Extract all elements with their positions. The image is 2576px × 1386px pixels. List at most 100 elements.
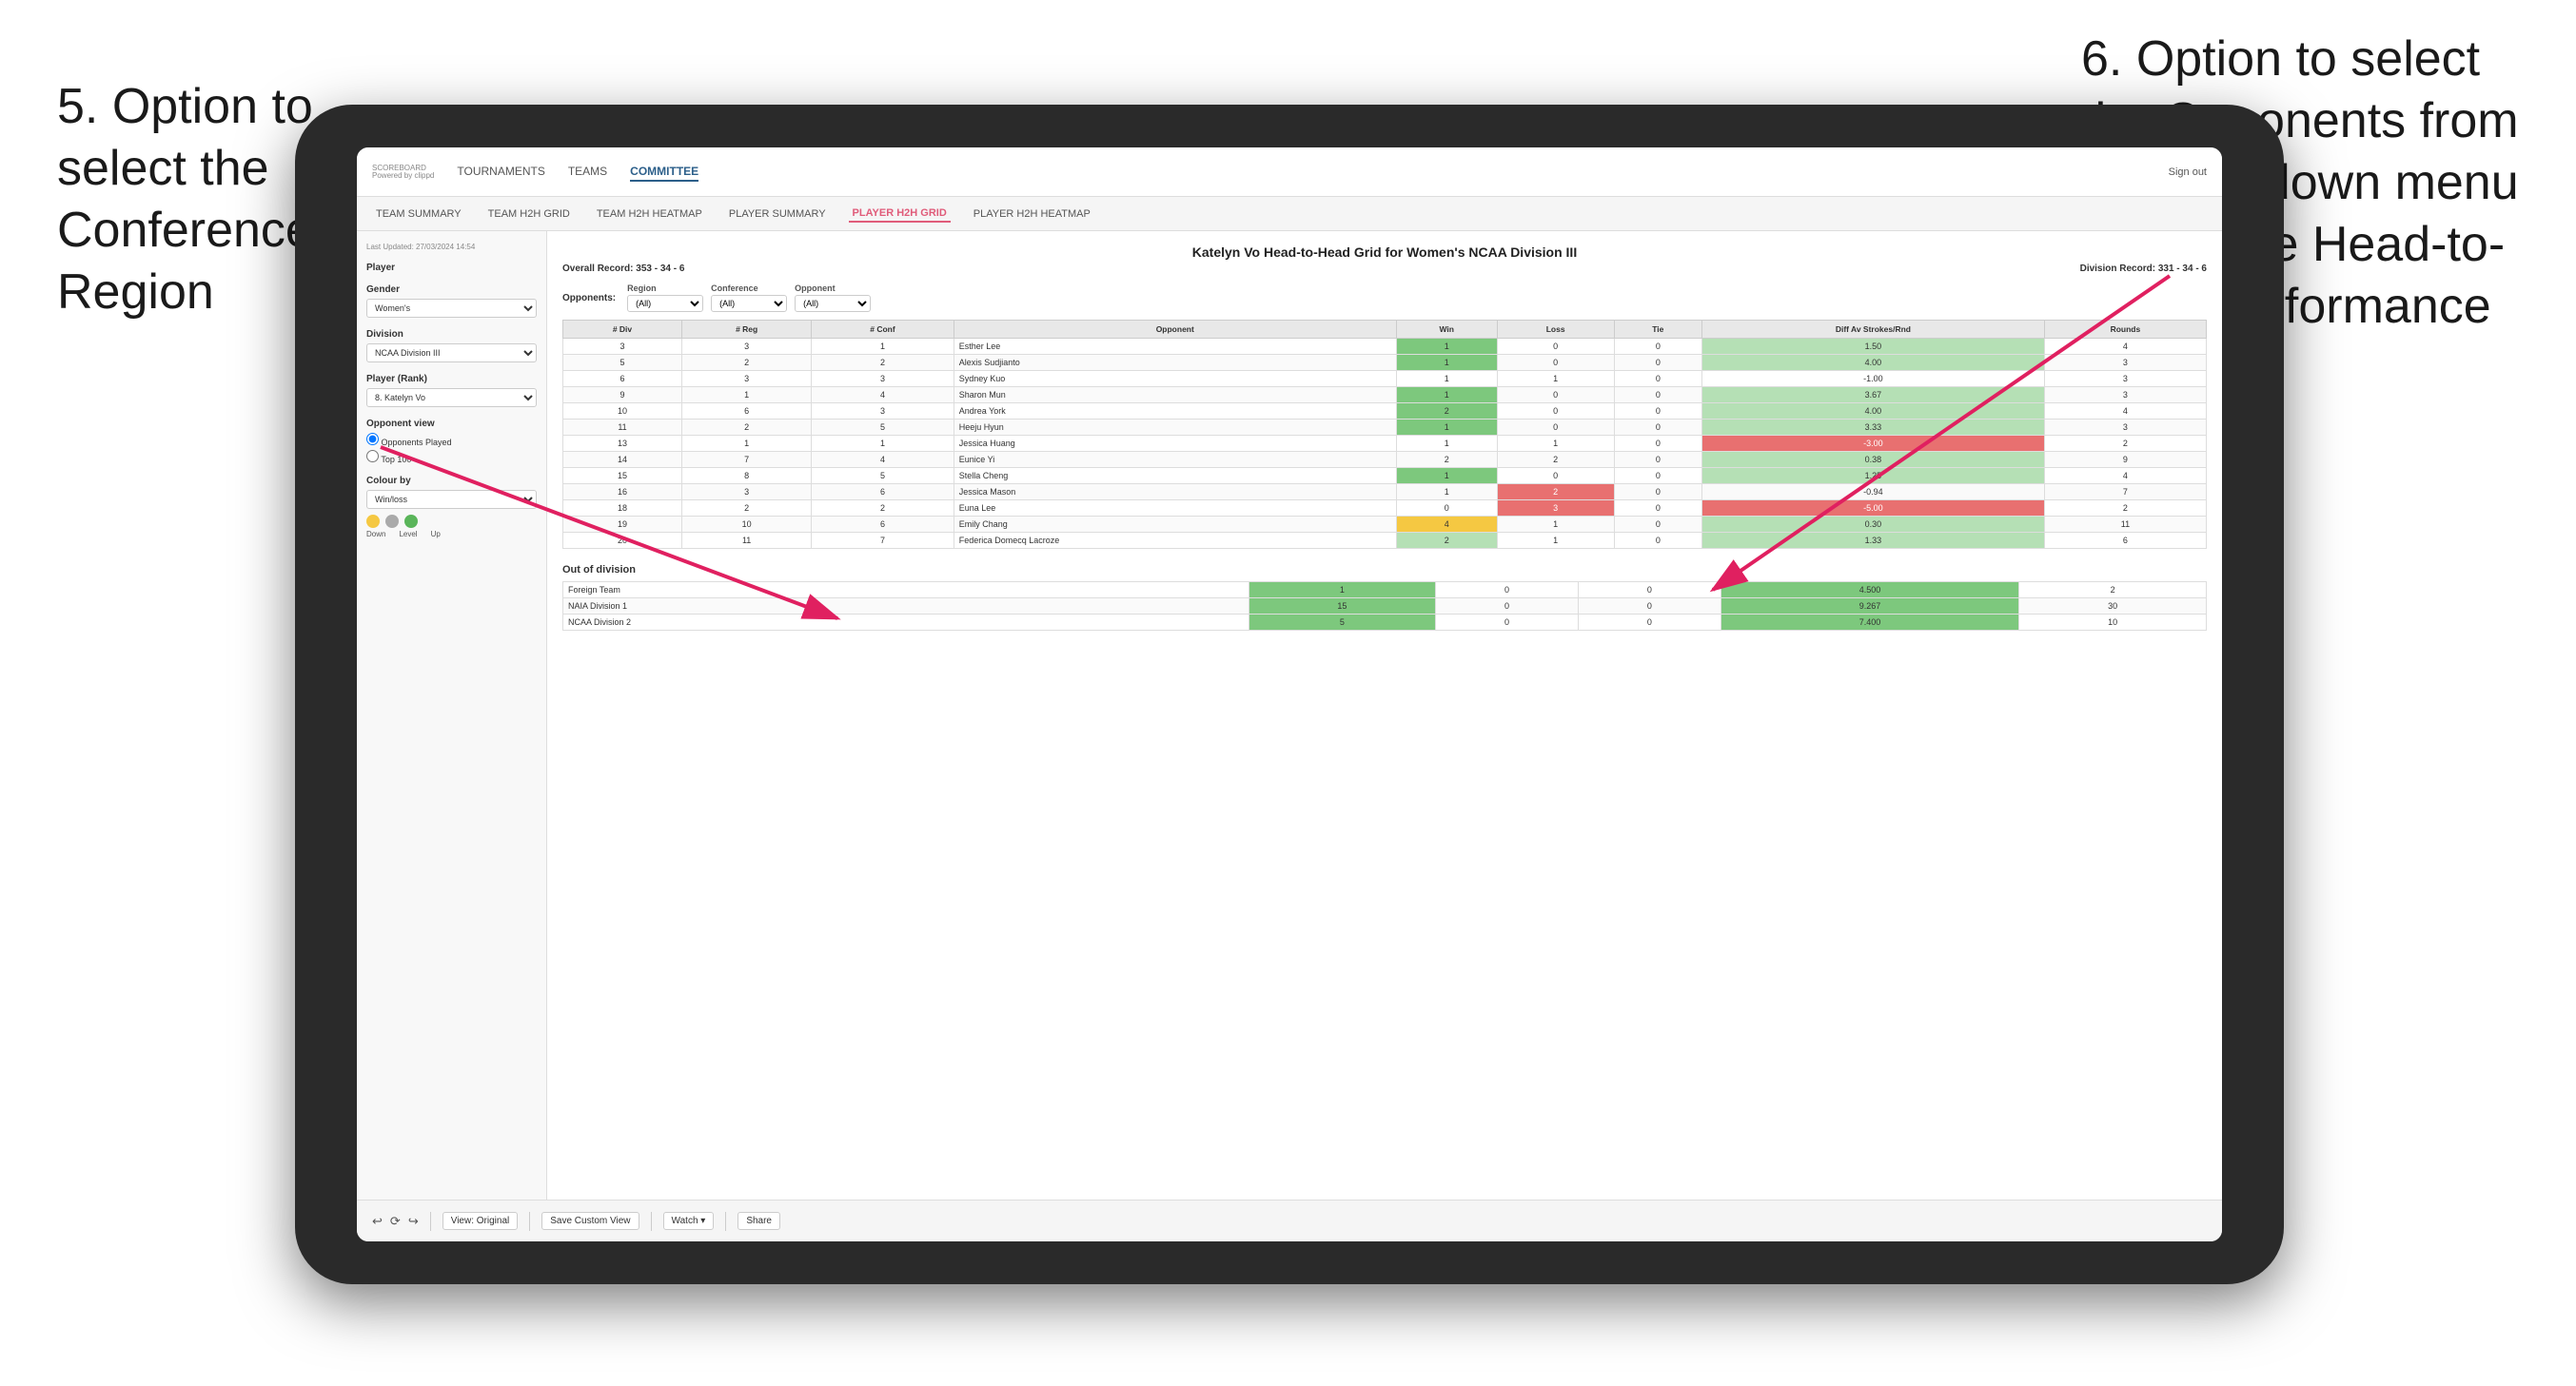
radio-opponents-played-input[interactable] bbox=[366, 433, 379, 445]
sidebar-division-section: Division NCAA Division III bbox=[366, 329, 537, 362]
content-panel: Katelyn Vo Head-to-Head Grid for Women's… bbox=[547, 231, 2222, 1200]
table-row: 331Esther Lee1001.504 bbox=[563, 339, 2207, 355]
colour-by-select[interactable]: Win/loss bbox=[366, 490, 537, 509]
nav-committee[interactable]: COMMITTEE bbox=[630, 163, 698, 182]
app-nav: SCOREBOARD Powered by clippd TOURNAMENTS… bbox=[357, 147, 2222, 197]
sidebar-player-rank-section: Player (Rank) 8. Katelyn Vo bbox=[366, 374, 537, 407]
th-win: Win bbox=[1396, 321, 1497, 339]
radio-top100-input[interactable] bbox=[366, 450, 379, 462]
toolbar-undo[interactable]: ↩ bbox=[372, 1214, 383, 1229]
colour-by-label: Colour by bbox=[366, 476, 537, 486]
radio-opponents-played[interactable]: Opponents Played bbox=[366, 433, 537, 447]
table-row: 633Sydney Kuo110-1.003 bbox=[563, 371, 2207, 387]
sub-nav-team-summary[interactable]: TEAM SUMMARY bbox=[372, 206, 465, 222]
sub-nav-team-h2h-grid[interactable]: TEAM H2H GRID bbox=[484, 206, 574, 222]
nav-tournaments[interactable]: TOURNAMENTS bbox=[457, 163, 544, 182]
bottom-toolbar: ↩ ⟳ ↪ View: Original Save Custom View Wa… bbox=[357, 1200, 2222, 1241]
toolbar-watch[interactable]: Watch ▾ bbox=[663, 1212, 715, 1230]
filter-region-group: Region (All) bbox=[627, 283, 703, 312]
out-of-division-title: Out of division bbox=[562, 564, 2207, 576]
toolbar-redo[interactable]: ↪ bbox=[408, 1214, 419, 1229]
toolbar-sep1 bbox=[430, 1212, 431, 1231]
filter-region-title: Region bbox=[627, 283, 703, 293]
ood-table-row: NCAA Division 25007.40010 bbox=[563, 615, 2207, 631]
table-row: 914Sharon Mun1003.673 bbox=[563, 387, 2207, 403]
colour-label-level: Level bbox=[399, 530, 417, 538]
sidebar-opponent-view-section: Opponent view Opponents Played Top 100 bbox=[366, 419, 537, 464]
filter-opponent-title: Opponent bbox=[795, 283, 871, 293]
th-diff: Diff Av Strokes/Rnd bbox=[1701, 321, 2044, 339]
toolbar-sep2 bbox=[529, 1212, 530, 1231]
th-rounds: Rounds bbox=[2044, 321, 2206, 339]
th-conf: # Conf bbox=[812, 321, 954, 339]
table-row: 1822Euna Lee030-5.002 bbox=[563, 500, 2207, 517]
main-content: Last Updated: 27/03/2024 14:54 Player Ge… bbox=[357, 231, 2222, 1200]
th-opponent: Opponent bbox=[954, 321, 1396, 339]
records-row: Overall Record: 353 - 34 - 6 Division Re… bbox=[562, 264, 2207, 274]
division-label: Division bbox=[366, 329, 537, 340]
player-label: Player bbox=[366, 263, 537, 273]
sign-out-button[interactable]: Sign out bbox=[2169, 166, 2207, 178]
table-row: 20117Federica Domecq Lacroze2101.336 bbox=[563, 533, 2207, 549]
panel-title: Katelyn Vo Head-to-Head Grid for Women's… bbox=[562, 244, 2207, 260]
table-row: 1311Jessica Huang110-3.002 bbox=[563, 436, 2207, 452]
th-div: # Div bbox=[563, 321, 682, 339]
table-row: 522Alexis Sudjianto1004.003 bbox=[563, 355, 2207, 371]
tablet-screen: SCOREBOARD Powered by clippd TOURNAMENTS… bbox=[357, 147, 2222, 1241]
opponent-view-label: Opponent view bbox=[366, 419, 537, 429]
toolbar-save-custom-view[interactable]: Save Custom View bbox=[541, 1212, 639, 1230]
gender-label: Gender bbox=[366, 284, 537, 295]
sub-nav-player-summary[interactable]: PLAYER SUMMARY bbox=[725, 206, 830, 222]
th-reg: # Reg bbox=[682, 321, 812, 339]
filter-conference-group: Conference (All) bbox=[711, 283, 787, 312]
sidebar-colour-section: Colour by Win/loss Down Level Up bbox=[366, 476, 537, 538]
sidebar-gender-section: Gender Women's bbox=[366, 284, 537, 318]
dot-green bbox=[404, 515, 418, 528]
sidebar-player-section: Player bbox=[366, 263, 537, 273]
sub-nav-team-h2h-heatmap[interactable]: TEAM H2H HEATMAP bbox=[593, 206, 706, 222]
tablet-frame: SCOREBOARD Powered by clippd TOURNAMENTS… bbox=[295, 105, 2284, 1284]
toolbar-share[interactable]: Share bbox=[737, 1212, 780, 1230]
out-of-division: Out of division Foreign Team1004.5002NAI… bbox=[562, 564, 2207, 631]
radio-top100[interactable]: Top 100 bbox=[366, 450, 537, 464]
table-row: 1063Andrea York2004.004 bbox=[563, 403, 2207, 420]
player-rank-label: Player (Rank) bbox=[366, 374, 537, 384]
table-row: 1585Stella Cheng1001.254 bbox=[563, 468, 2207, 484]
timestamp: Last Updated: 27/03/2024 14:54 bbox=[366, 243, 537, 251]
sub-nav-player-h2h-grid[interactable]: PLAYER H2H GRID bbox=[849, 205, 951, 223]
toolbar-view-original[interactable]: View: Original bbox=[442, 1212, 519, 1230]
ood-table-row: NAIA Division 115009.26730 bbox=[563, 598, 2207, 615]
toolbar-undo2[interactable]: ⟳ bbox=[390, 1214, 401, 1229]
ood-table-row: Foreign Team1004.5002 bbox=[563, 582, 2207, 598]
overall-record: Overall Record: 353 - 34 - 6 bbox=[562, 264, 684, 274]
filter-opponent-select[interactable]: (All) bbox=[795, 295, 871, 312]
toolbar-sep3 bbox=[651, 1212, 652, 1231]
sub-nav: TEAM SUMMARY TEAM H2H GRID TEAM H2H HEAT… bbox=[357, 197, 2222, 231]
nav-teams[interactable]: TEAMS bbox=[568, 163, 607, 182]
colour-label-down: Down bbox=[366, 530, 385, 538]
player-rank-select[interactable]: 8. Katelyn Vo bbox=[366, 388, 537, 407]
sub-nav-player-h2h-heatmap[interactable]: PLAYER H2H HEATMAP bbox=[970, 206, 1094, 222]
table-row: 1636Jessica Mason120-0.947 bbox=[563, 484, 2207, 500]
opponents-label: Opponents: bbox=[562, 293, 616, 303]
dot-gray bbox=[385, 515, 399, 528]
division-record: Division Record: 331 - 34 - 6 bbox=[2080, 264, 2207, 274]
out-of-division-table: Foreign Team1004.5002NAIA Division 11500… bbox=[562, 581, 2207, 631]
main-data-table: # Div # Reg # Conf Opponent Win Loss Tie… bbox=[562, 320, 2207, 549]
division-select[interactable]: NCAA Division III bbox=[366, 343, 537, 362]
filter-conference-title: Conference bbox=[711, 283, 787, 293]
th-tie: Tie bbox=[1614, 321, 1701, 339]
filter-opponent-group: Opponent (All) bbox=[795, 283, 871, 312]
filter-region-select[interactable]: (All) bbox=[627, 295, 703, 312]
colour-dots bbox=[366, 515, 537, 528]
filter-row: Opponents: Region (All) Conference (All) bbox=[562, 283, 2207, 312]
toolbar-sep4 bbox=[725, 1212, 726, 1231]
table-row: 1474Eunice Yi2200.389 bbox=[563, 452, 2207, 468]
gender-select[interactable]: Women's bbox=[366, 299, 537, 318]
table-row: 1125Heeju Hyun1003.333 bbox=[563, 420, 2207, 436]
dot-yellow bbox=[366, 515, 380, 528]
filter-conference-select[interactable]: (All) bbox=[711, 295, 787, 312]
opponent-view-radios: Opponents Played Top 100 bbox=[366, 433, 537, 464]
table-row: 19106Emily Chang4100.3011 bbox=[563, 517, 2207, 533]
nav-items: TOURNAMENTS TEAMS COMMITTEE bbox=[457, 163, 2145, 182]
